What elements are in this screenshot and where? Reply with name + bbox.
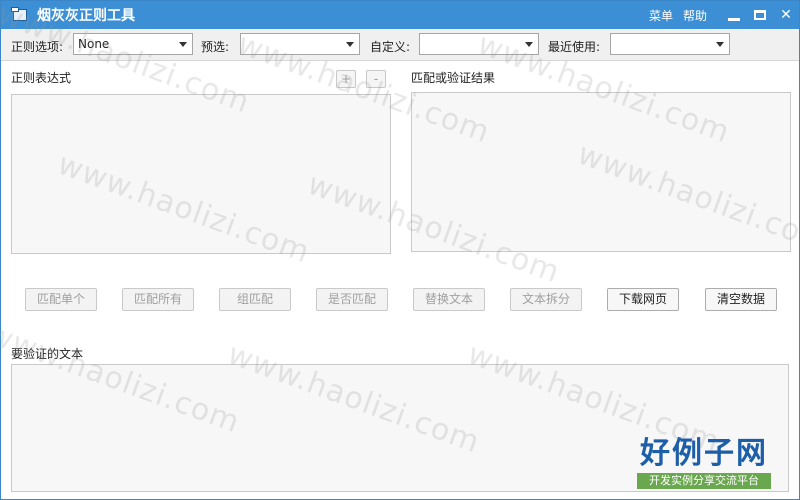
preset-select[interactable] [240,33,360,55]
regex-section-label: 正则表达式 [11,71,72,85]
regex-options-value: None [78,37,110,51]
result-section-label: 匹配或验证结果 [411,71,496,85]
app-icon [11,7,29,23]
chevron-down-icon [346,42,354,47]
minimize-icon [728,17,740,21]
download-page-button[interactable]: 下载网页 [607,288,679,311]
close-icon: ✕ [780,7,792,23]
group-match-button[interactable]: 组匹配 [219,288,291,311]
clear-data-button[interactable]: 清空数据 [705,288,777,311]
minimize-button[interactable] [721,1,747,29]
logo-sub-text: 开发实例分享交流平台 [637,473,771,489]
remove-regex-button[interactable]: - [366,70,386,88]
split-text-button[interactable]: 文本拆分 [510,288,582,311]
result-output[interactable] [411,92,791,252]
chevron-down-icon [525,42,533,47]
maximize-icon [754,10,766,20]
regex-options-select[interactable]: None [73,33,193,55]
close-button[interactable]: ✕ [773,1,799,29]
app-window: 烟灰灰正则工具 菜单 帮助 ✕ 正则选项: None 预选: 自定义: 最近使用… [0,0,800,500]
preset-label: 预选: [201,40,230,54]
match-all-button[interactable]: 匹配所有 [122,288,194,311]
custom-label: 自定义: [370,40,411,54]
recent-select[interactable] [610,33,730,55]
input-section-label: 要验证的文本 [11,347,84,361]
recent-label: 最近使用: [548,40,601,54]
match-single-button[interactable]: 匹配单个 [25,288,97,311]
is-match-button[interactable]: 是否匹配 [316,288,388,311]
title-bar: 烟灰灰正则工具 菜单 帮助 ✕ [1,1,799,29]
custom-select[interactable] [419,33,539,55]
logo-main-text: 好例子网 [640,436,768,471]
regex-options-label: 正则选项: [11,40,64,54]
window-title: 烟灰灰正则工具 [37,8,135,24]
haolizi-logo: 好例子网 开发实例分享交流平台 [637,437,771,493]
help-link[interactable]: 帮助 [683,7,707,24]
regex-input[interactable] [11,94,391,254]
chevron-down-icon [179,42,187,47]
options-toolbar: 正则选项: None 预选: 自定义: 最近使用: [1,29,799,61]
maximize-button[interactable] [747,1,773,29]
add-regex-button[interactable]: + [336,70,356,88]
replace-text-button[interactable]: 替换文本 [413,288,485,311]
chevron-down-icon [716,42,724,47]
menu-link[interactable]: 菜单 [649,7,673,24]
